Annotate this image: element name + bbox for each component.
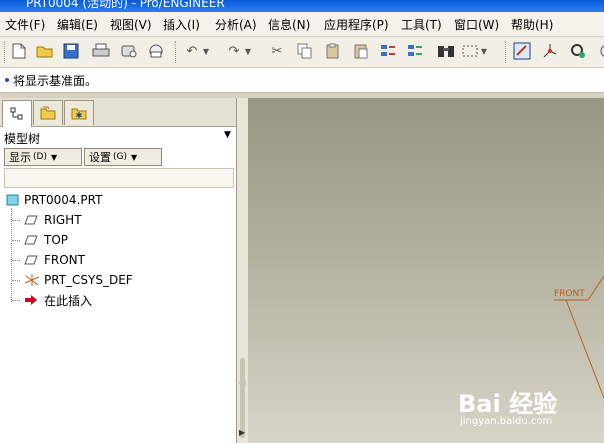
tree-connector — [12, 220, 20, 221]
settings-button-key: (G) — [113, 152, 127, 162]
tree-item-label: TOP — [44, 233, 69, 247]
navigator-tabs: ✱ — [0, 98, 236, 127]
folder-icon — [40, 106, 56, 120]
cut-icon[interactable]: ✂ — [268, 42, 286, 60]
select-box-icon[interactable] — [461, 42, 479, 60]
toolbar-grip[interactable] — [505, 41, 508, 63]
tab-model-tree[interactable] — [2, 100, 32, 127]
show-button[interactable]: 显示 (D) ▼ — [4, 148, 82, 166]
message-bullet-icon — [5, 78, 9, 82]
tree-item-right[interactable]: RIGHT — [24, 211, 82, 229]
menu-bar: 文件(F) 编辑(E) 视图(V) 插入(I) 分析(A) 信息(N) 应用程序… — [0, 12, 604, 37]
paste-icon[interactable] — [324, 42, 342, 60]
navigator-panel: ✱ 模型树 ▼ 显示 (D) ▼ 设置 (G) ▼ PRT0004.PRT RI… — [0, 98, 237, 443]
model-tree-menu-icon[interactable]: ▼ — [224, 130, 231, 140]
datum-plane-icon — [24, 235, 38, 245]
expand-right-icon[interactable]: ▶ — [239, 428, 245, 437]
tab-favorites[interactable]: ✱ — [64, 100, 94, 125]
send-icon[interactable] — [120, 42, 138, 60]
tree-item-csys[interactable]: PRT_CSYS_DEF — [24, 271, 133, 289]
tree-item-insert-here[interactable]: 在此插入 — [24, 291, 92, 309]
copy-icon[interactable] — [296, 42, 314, 60]
tree-item-label: RIGHT — [44, 213, 82, 227]
tree-connector — [12, 280, 20, 281]
tree-item-label: PRT0004.PRT — [24, 193, 103, 207]
model-tree-icon — [10, 107, 23, 120]
settings-button[interactable]: 设置 (G) ▼ — [84, 148, 162, 166]
redo-icon[interactable]: ↷ — [225, 42, 243, 60]
message-area: 将显示基准面。 — [0, 68, 604, 93]
menu-info[interactable]: 信息(N) — [268, 16, 310, 33]
menu-applications[interactable]: 应用程序(P) — [324, 16, 389, 33]
tree-item-root[interactable]: PRT0004.PRT — [6, 191, 102, 209]
svg-text:✱: ✱ — [76, 111, 83, 120]
paste-special-icon[interactable] — [352, 42, 370, 60]
tree-connector — [11, 208, 12, 302]
model-tree-title: 模型树 — [4, 132, 41, 146]
message-text: 将显示基准面。 — [13, 74, 98, 88]
sketch-view-icon[interactable] — [513, 42, 531, 60]
undo-icon[interactable]: ↶ — [183, 42, 201, 60]
undo-dropdown-icon[interactable]: ▼ — [201, 42, 211, 60]
open-icon[interactable] — [36, 42, 54, 60]
spin-icon[interactable] — [594, 42, 604, 60]
menu-analysis[interactable]: 分析(A) — [215, 16, 257, 33]
title-bar: PRT0004 (活动的) - Pro/ENGINEER — [0, 0, 604, 12]
watermark-logo: Bai 经验 — [458, 390, 558, 418]
watermark-url: jingyan.baidu.com — [460, 416, 553, 427]
splitter-handle[interactable] — [240, 358, 245, 438]
menu-help[interactable]: 帮助(H) — [511, 16, 553, 33]
chevron-down-icon: ▼ — [50, 152, 58, 162]
regenerate-icon[interactable] — [380, 42, 398, 60]
favorites-icon: ✱ — [71, 108, 87, 120]
select-dropdown-icon[interactable]: ▼ — [479, 42, 489, 60]
tree-connector — [12, 240, 20, 241]
datum-plane-icon — [24, 215, 38, 225]
toolbar-grip[interactable] — [175, 41, 178, 63]
menu-window[interactable]: 窗口(W) — [454, 16, 499, 33]
tree-filter-bar[interactable] — [4, 168, 234, 188]
panel-splitter[interactable]: ◀ ▶ — [237, 98, 248, 443]
menu-file[interactable]: 文件(F) — [5, 16, 45, 33]
tree-item-label: FRONT — [44, 253, 85, 267]
datum-axis-icon[interactable] — [541, 42, 559, 60]
find-icon[interactable] — [437, 42, 455, 60]
regenerate-manager-icon[interactable] — [407, 42, 425, 60]
settings-icon[interactable] — [569, 42, 587, 60]
part-icon — [6, 194, 19, 206]
tree-item-front[interactable]: FRONT — [24, 251, 85, 269]
menu-edit[interactable]: 编辑(E) — [57, 16, 98, 33]
settings-button-label: 设置 — [89, 151, 111, 164]
chevron-down-icon: ▼ — [131, 152, 138, 162]
tree-connector — [12, 260, 20, 261]
new-icon[interactable] — [10, 42, 28, 60]
menu-view[interactable]: 视图(V) — [110, 16, 152, 33]
save-icon[interactable] — [62, 42, 80, 60]
window-title: PRT0004 (活动的) - Pro/ENGINEER — [26, 0, 225, 10]
menu-tools[interactable]: 工具(T) — [401, 16, 442, 33]
datum-label-front: FRONT — [554, 289, 585, 299]
toolbar: ↶ ▼ ↷ ▼ ✂ ▼ — [0, 37, 604, 68]
tree-item-label: PRT_CSYS_DEF — [44, 273, 133, 287]
insert-here-arrow-icon — [25, 295, 37, 305]
redo-dropdown-icon[interactable]: ▼ — [243, 42, 253, 60]
tab-folder-browser[interactable] — [33, 100, 63, 125]
coordinate-system-icon — [24, 274, 40, 286]
show-button-key: (D) — [33, 152, 47, 162]
menu-insert[interactable]: 插入(I) — [163, 16, 200, 33]
email-icon[interactable] — [147, 42, 165, 60]
print-icon[interactable] — [92, 42, 110, 60]
toolbar-grip[interactable] — [4, 41, 7, 63]
tree-item-top[interactable]: TOP — [24, 231, 68, 249]
tree-item-label: 在此插入 — [44, 293, 93, 308]
datum-plane-icon — [24, 255, 38, 265]
tree-connector — [12, 300, 20, 301]
show-button-label: 显示 — [9, 151, 31, 164]
